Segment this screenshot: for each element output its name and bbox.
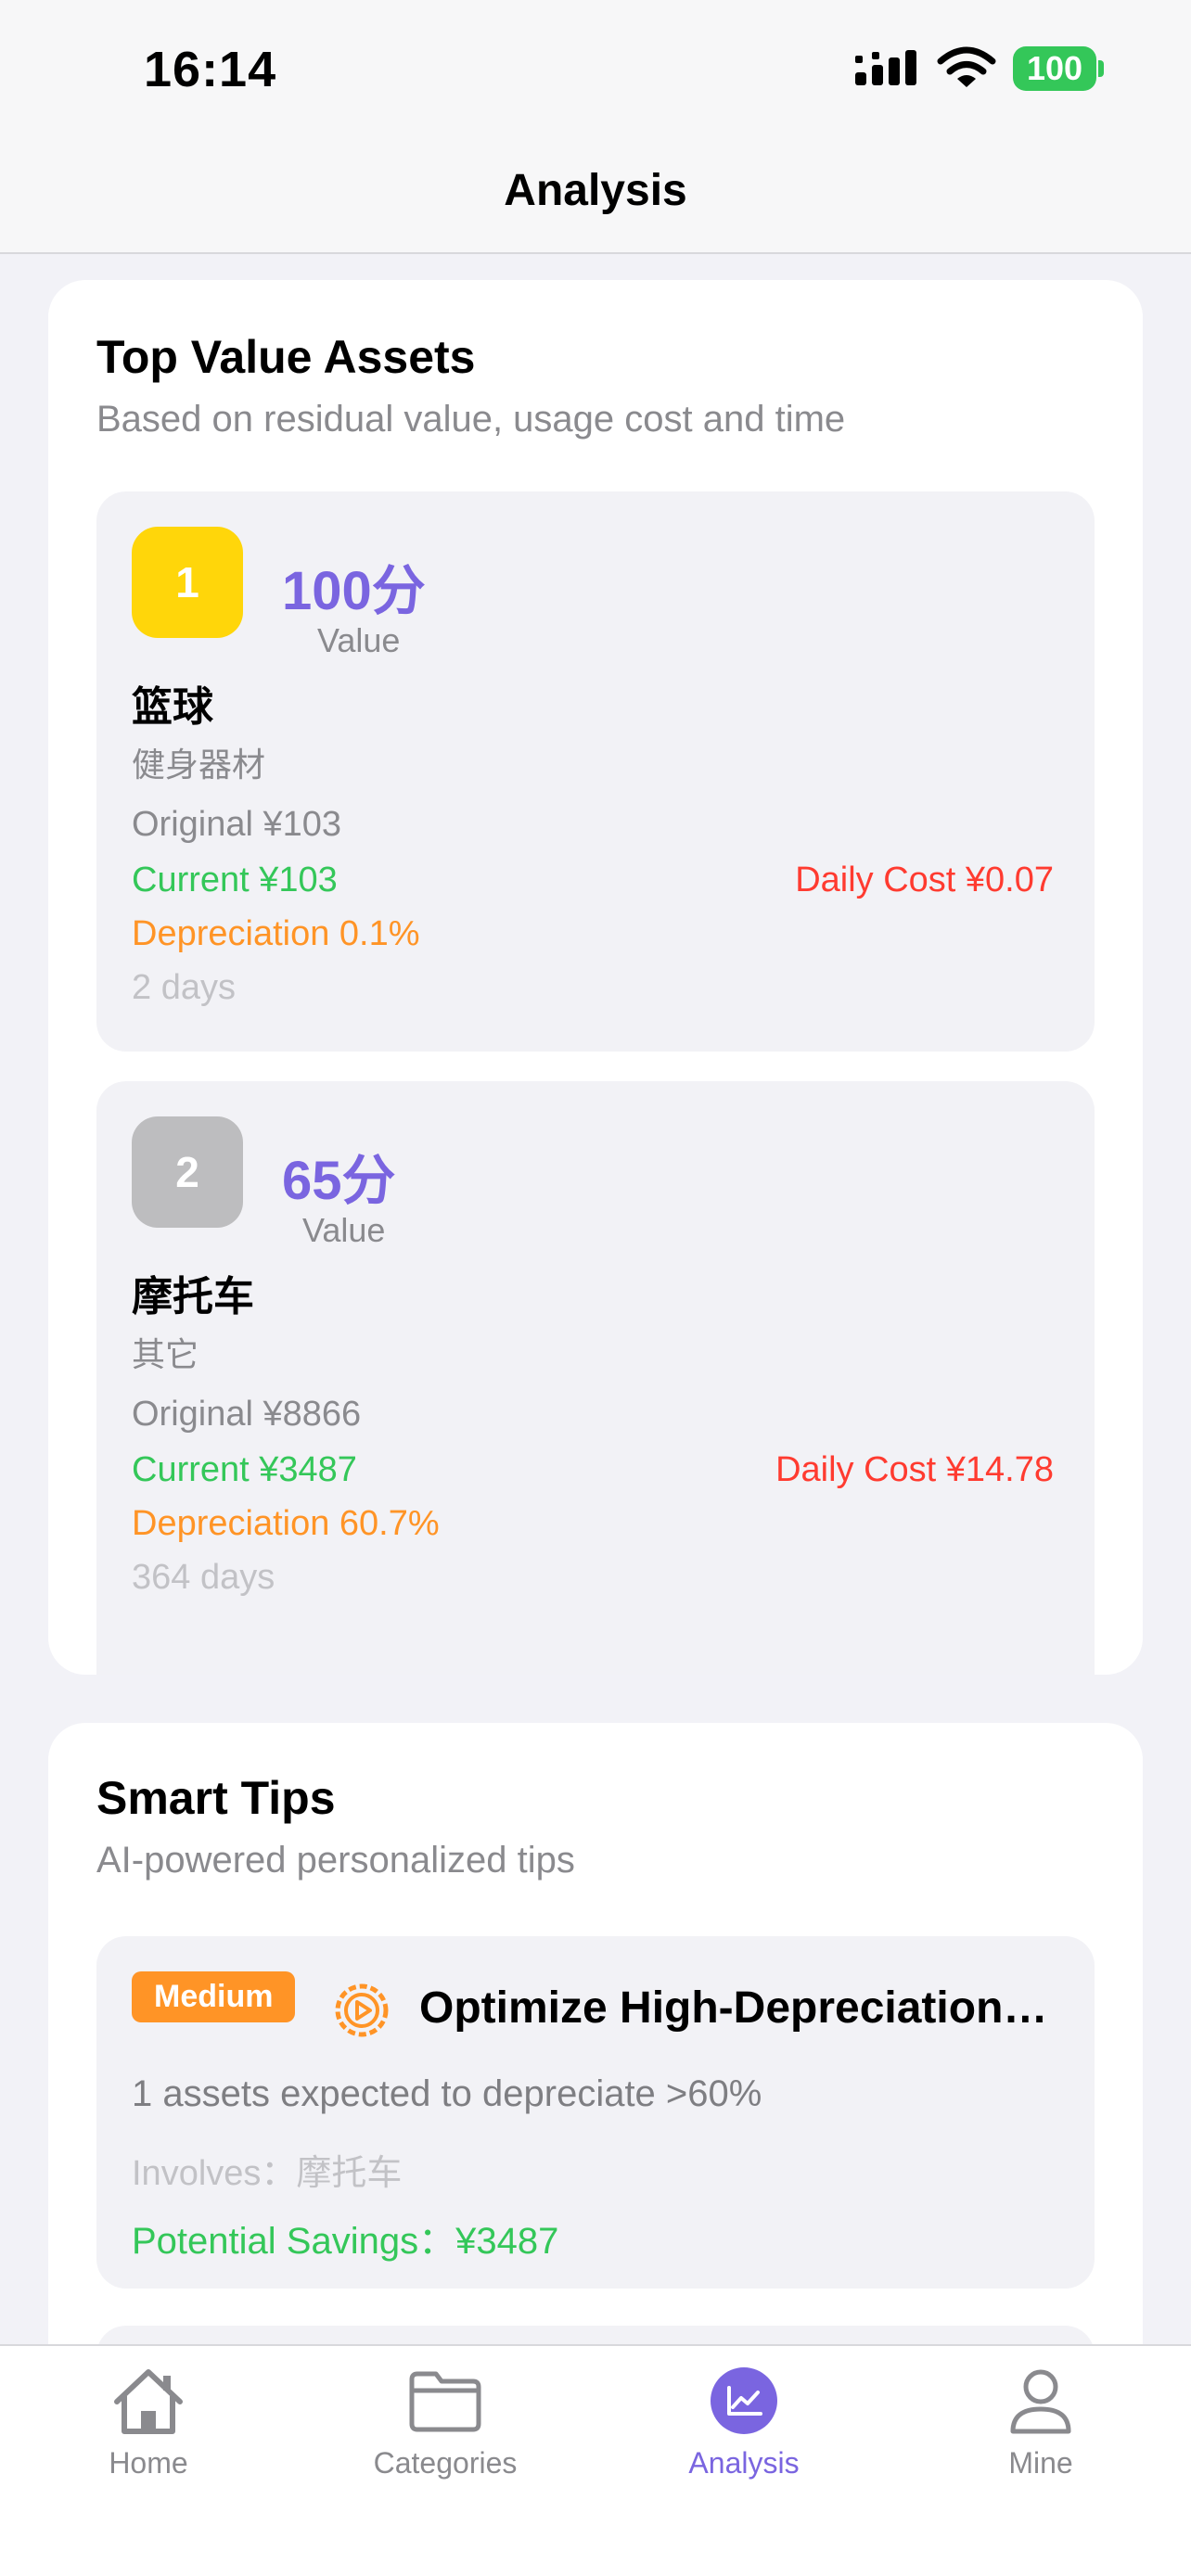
tab-mine[interactable]: Mine (929, 2361, 1152, 2500)
priority-badge: Medium (132, 1971, 296, 2022)
tab-analysis[interactable]: Analysis (633, 2361, 855, 2500)
asset-item[interactable]: 2 65分 Value 摩托车 其它 Original ¥8866 Curren… (96, 1081, 1095, 1675)
section-title: Smart Tips (96, 1772, 336, 1824)
home-icon (114, 2369, 183, 2434)
top-value-assets-card: Top Value Assets Based on residual value… (48, 280, 1143, 1675)
page-title: Analysis (504, 166, 687, 215)
asset-item[interactable]: 1 100分 Value 篮球 健身器材 Original ¥103 Curre… (96, 491, 1095, 1052)
section-subtitle: AI-powered personalized tips (96, 1840, 575, 1881)
tip-involves: Involves：摩托车 (132, 2154, 403, 2193)
nav-bar: Analysis (0, 139, 1191, 254)
asset-name: 摩托车 (132, 1274, 254, 1320)
value-score: 100分 (282, 561, 426, 621)
depreciation-rate: Depreciation 60.7% (132, 1504, 440, 1543)
section-subtitle: Based on residual value, usage cost and … (96, 399, 846, 440)
tab-label: Mine (1008, 2446, 1073, 2480)
days-owned: 2 days (132, 968, 236, 1007)
value-score-label: Value (302, 1211, 386, 1249)
current-value: Current ¥3487 (132, 1450, 357, 1489)
tip-title: Optimize High-Depreciation… (419, 1983, 1048, 2033)
tab-label: Analysis (688, 2446, 800, 2480)
tab-categories[interactable]: Categories (334, 2361, 557, 2500)
tip-item[interactable]: Medium Optimize High-Depreciation… 1 ass… (96, 1936, 1095, 2289)
cellular-signal-icon (855, 50, 916, 85)
tab-home[interactable]: Home (37, 2361, 260, 2500)
folder-icon (409, 2371, 481, 2432)
tip-potential-savings: Potential Savings：¥3487 (132, 2221, 559, 2262)
original-price: Original ¥8866 (132, 1395, 362, 1434)
rank-badge: 2 (132, 1116, 243, 1228)
daily-cost: Daily Cost ¥14.78 (775, 1450, 1054, 1489)
smart-tips-card: Smart Tips AI-powered personalized tips … (48, 1723, 1143, 2428)
tab-label: Categories (373, 2446, 518, 2480)
gear-play-icon (335, 1983, 389, 2037)
asset-category: 其它 (132, 1335, 199, 1373)
battery-tip (1098, 60, 1104, 77)
days-owned: 364 days (132, 1558, 275, 1597)
status-bar: 16:14 100 (0, 0, 1191, 139)
asset-name: 篮球 (132, 684, 213, 730)
daily-cost: Daily Cost ¥0.07 (795, 861, 1054, 899)
asset-category: 健身器材 (132, 746, 266, 784)
tab-bar: Home Categories Analysis Mine (0, 2344, 1191, 2576)
person-icon (1010, 2369, 1071, 2434)
wifi-icon (937, 46, 996, 87)
tab-label: Home (109, 2446, 188, 2480)
section-title: Top Value Assets (96, 331, 476, 383)
depreciation-rate: Depreciation 0.1% (132, 914, 420, 953)
original-price: Original ¥103 (132, 805, 342, 844)
chart-icon (711, 2367, 777, 2434)
status-time: 16:14 (144, 42, 277, 97)
value-score-label: Value (317, 621, 401, 659)
rank-badge: 1 (132, 527, 243, 638)
tip-description: 1 assets expected to depreciate >60% (132, 2073, 762, 2114)
current-value: Current ¥103 (132, 861, 338, 899)
value-score: 65分 (282, 1151, 396, 1211)
battery-indicator: 100 (1013, 46, 1096, 91)
